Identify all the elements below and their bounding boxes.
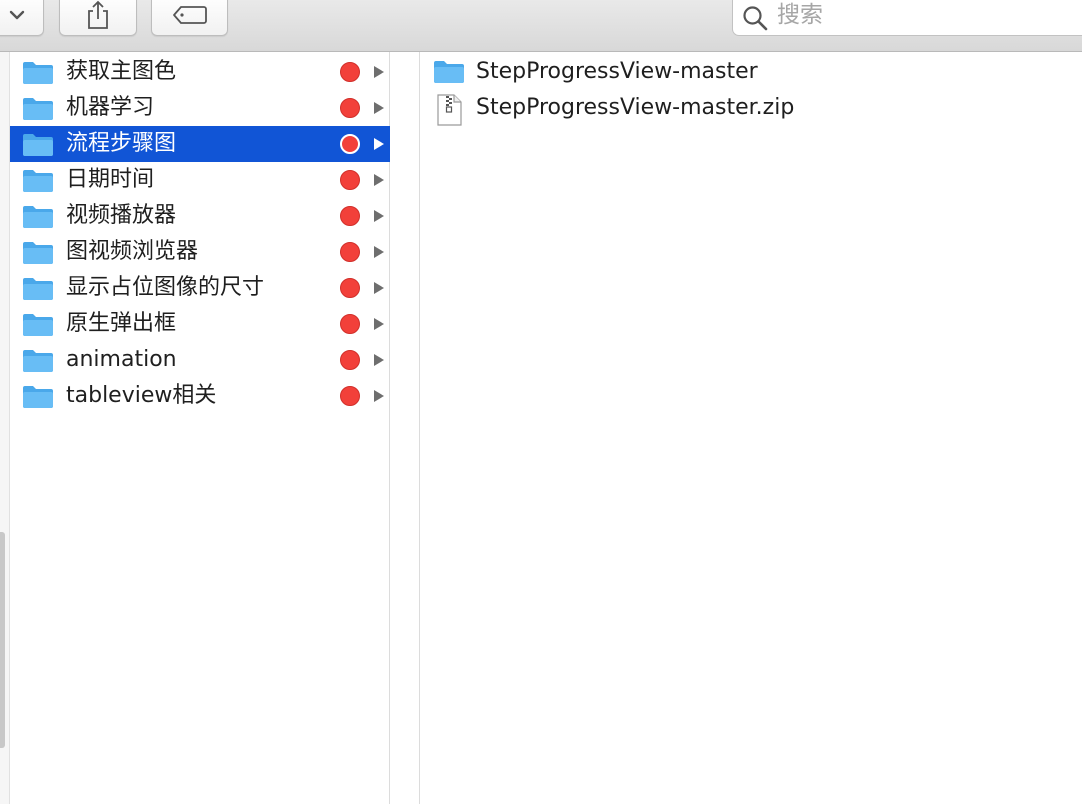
folder-icon xyxy=(23,350,53,372)
folder-icon xyxy=(23,170,53,192)
chevron-down-icon xyxy=(9,10,25,20)
folder-icon xyxy=(23,62,53,84)
folder-contents-column: StepProgressView-master StepProgressView… xyxy=(421,52,1082,804)
folder-label: 显示占位图像的尺寸 xyxy=(66,275,265,300)
previous-column-edge xyxy=(0,52,10,804)
search-input[interactable] xyxy=(777,0,1077,31)
folder-icon xyxy=(434,61,464,83)
disclosure-arrow-icon xyxy=(374,354,384,366)
folder-icon xyxy=(23,242,53,264)
zip-file-icon xyxy=(437,94,462,126)
folder-label: 原生弹出框 xyxy=(66,311,177,336)
folder-icon xyxy=(23,134,53,156)
file-row[interactable]: StepProgressView-master xyxy=(421,54,1082,90)
disclosure-arrow-icon xyxy=(374,282,384,294)
disclosure-arrow-icon xyxy=(374,102,384,114)
share-button[interactable] xyxy=(59,0,137,36)
red-tag-dot xyxy=(340,386,360,406)
folder-label: 图视频浏览器 xyxy=(66,239,199,264)
red-tag-dot xyxy=(340,98,360,118)
disclosure-arrow-icon xyxy=(374,246,384,258)
folder-row[interactable]: tableview相关 xyxy=(10,378,390,414)
red-tag-dot xyxy=(340,278,360,298)
folder-icon xyxy=(23,98,53,120)
red-tag-dot xyxy=(340,242,360,262)
folder-icon xyxy=(23,314,53,336)
disclosure-arrow-icon xyxy=(374,174,384,186)
toolbar xyxy=(0,0,1082,52)
search-field[interactable] xyxy=(732,0,1082,36)
view-options-button[interactable] xyxy=(0,0,44,36)
folder-label: 获取主图色 xyxy=(66,59,177,84)
red-tag-dot xyxy=(340,134,360,154)
folder-row[interactable]: 显示占位图像的尺寸 xyxy=(10,270,390,306)
folder-label: 流程步骤图 xyxy=(66,131,177,156)
folder-list-column: 获取主图色 机器学习 流程步骤图 日期时间 视频播放器 图视频浏览器 显示占位图… xyxy=(10,52,390,804)
folder-icon xyxy=(23,386,53,408)
folder-row[interactable]: 图视频浏览器 xyxy=(10,234,390,270)
tags-button[interactable] xyxy=(151,0,228,36)
folder-label: 机器学习 xyxy=(66,95,155,120)
folder-label: animation xyxy=(66,347,177,372)
file-label: StepProgressView-master xyxy=(476,59,758,84)
folder-label: 视频播放器 xyxy=(66,203,177,228)
file-label: StepProgressView-master.zip xyxy=(476,95,795,120)
folder-label: 日期时间 xyxy=(66,167,155,192)
folder-row-selected[interactable]: 流程步骤图 xyxy=(10,126,390,162)
scrollbar-thumb[interactable] xyxy=(0,532,5,748)
red-tag-dot xyxy=(340,170,360,190)
folder-label: tableview相关 xyxy=(66,383,217,408)
red-tag-dot xyxy=(340,206,360,226)
folder-row[interactable]: 原生弹出框 xyxy=(10,306,390,342)
red-tag-dot xyxy=(340,350,360,370)
folder-row[interactable]: 机器学习 xyxy=(10,90,390,126)
red-tag-dot xyxy=(340,62,360,82)
folder-row[interactable]: 获取主图色 xyxy=(10,54,390,90)
disclosure-arrow-icon xyxy=(374,138,384,150)
disclosure-arrow-icon xyxy=(374,318,384,330)
folder-icon xyxy=(23,206,53,228)
folder-row[interactable]: 视频播放器 xyxy=(10,198,390,234)
file-row[interactable]: StepProgressView-master.zip xyxy=(421,90,1082,126)
folder-icon xyxy=(23,278,53,300)
folder-row[interactable]: animation xyxy=(10,342,390,378)
disclosure-arrow-icon xyxy=(374,66,384,78)
column-divider[interactable] xyxy=(391,52,420,804)
tag-icon xyxy=(172,6,207,24)
share-icon xyxy=(88,0,108,29)
disclosure-arrow-icon xyxy=(374,210,384,222)
disclosure-arrow-icon xyxy=(374,390,384,402)
folder-row[interactable]: 日期时间 xyxy=(10,162,390,198)
red-tag-dot xyxy=(340,314,360,334)
search-icon xyxy=(743,6,768,31)
